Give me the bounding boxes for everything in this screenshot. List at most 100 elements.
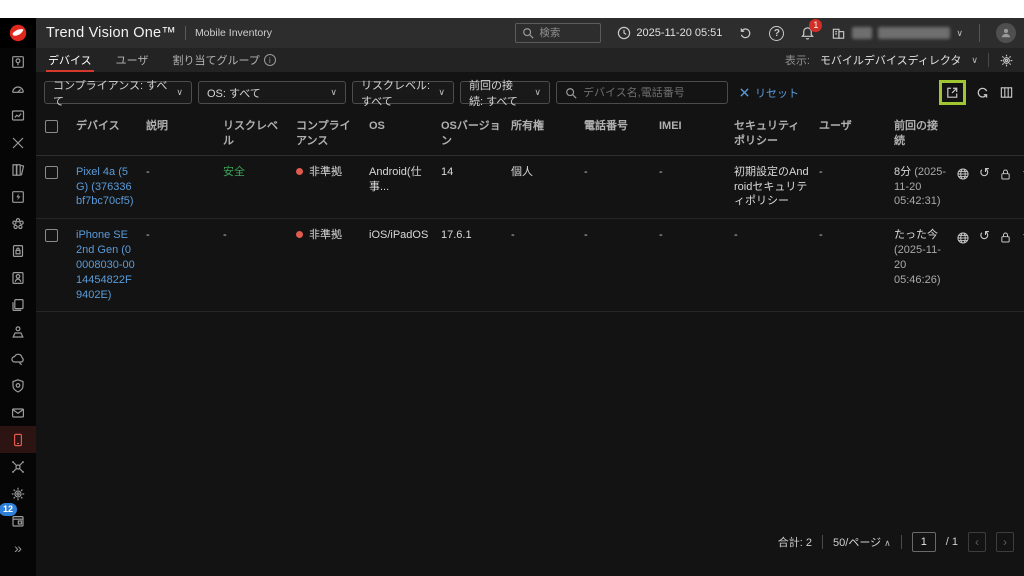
chevron-down-icon: ∨	[534, 87, 541, 98]
page-number-input[interactable]	[912, 532, 936, 552]
column-header-risk-level[interactable]: リスクレベル	[223, 119, 296, 149]
compliance-filter-dropdown[interactable]: コンプライアンス: すべて∨	[44, 81, 192, 104]
global-search[interactable]	[515, 23, 601, 43]
help-button[interactable]: ?	[769, 26, 784, 41]
global-search-input[interactable]	[539, 27, 595, 39]
last-connection-filter-label: 前回の接続: すべて	[469, 77, 526, 109]
trend-micro-logo[interactable]	[0, 18, 36, 48]
trend-vision-one-window: 12 » Trend Vision One™ Mobile Inventory …	[0, 18, 1024, 576]
description-cell: -	[146, 228, 223, 243]
sidebar-item-cloud-search[interactable]	[0, 345, 36, 372]
tabbar-divider	[988, 53, 989, 67]
device-link[interactable]: Pixel 4a (5G) (376336bf7bc70cf5)	[76, 166, 133, 208]
column-header-device[interactable]: デバイス	[76, 119, 146, 134]
sidebar-expand-button[interactable]: »	[0, 534, 36, 561]
whats-new-button[interactable]	[738, 26, 753, 41]
sidebar-item-knowledge-library[interactable]	[0, 156, 36, 183]
footer-divider	[822, 535, 823, 549]
account-menu[interactable]: ∨	[831, 26, 963, 41]
topbar-divider	[979, 24, 980, 42]
column-header-os-version[interactable]: OSバージョン	[441, 119, 511, 149]
column-header-compliance[interactable]: コンプライアンス	[296, 119, 369, 149]
row-checkbox[interactable]	[45, 166, 58, 179]
previous-page-button[interactable]: ‹	[968, 532, 986, 552]
reset-device-button[interactable]: ↺	[979, 167, 990, 182]
refresh-button[interactable]	[975, 85, 990, 100]
mail-icon	[10, 405, 26, 421]
risk-level-filter-dropdown[interactable]: リスクレベル: すべて∨	[352, 81, 454, 104]
column-header-phone[interactable]: 電話番号	[584, 119, 659, 134]
remote-actions-button[interactable]	[956, 231, 970, 245]
device-search-input[interactable]	[583, 87, 713, 99]
compliance-filter-label: コンプライアンス: すべて	[53, 77, 168, 109]
column-settings-button[interactable]	[999, 85, 1014, 100]
noncompliant-dot-icon	[296, 231, 303, 238]
sidebar-item-asset-graph[interactable]	[0, 210, 36, 237]
lock-device-button[interactable]	[999, 168, 1012, 181]
column-header-os[interactable]: OS	[369, 119, 441, 134]
total-count: 合計: 2	[778, 534, 812, 550]
notifications-button[interactable]: 1	[800, 26, 815, 41]
remote-actions-button[interactable]	[956, 167, 970, 181]
user-avatar[interactable]	[996, 23, 1016, 43]
globe-icon	[956, 167, 970, 181]
sidebar-item-xdr[interactable]	[0, 129, 36, 156]
sidebar-item-automation[interactable]	[0, 183, 36, 210]
sidebar-item-shield-gear[interactable]	[0, 372, 36, 399]
select-all-checkbox[interactable]	[45, 120, 58, 133]
clear-icon	[740, 88, 749, 97]
tab-devices-label: デバイス	[48, 52, 92, 68]
sidebar-item-network-drone[interactable]	[0, 453, 36, 480]
main-content: コンプライアンス: すべて∨ OS: すべて∨ リスクレベル: すべて∨ 前回の…	[36, 72, 1024, 576]
row-checkbox[interactable]	[45, 229, 58, 242]
sidebar-item-compliance-doc[interactable]	[0, 237, 36, 264]
app-title: Trend Vision One™	[46, 25, 176, 41]
reset-device-button[interactable]: ↺	[979, 230, 990, 245]
sidebar-item-console-apps[interactable]: 12	[0, 507, 36, 534]
sidebar-item-platform-directory[interactable]	[0, 48, 36, 75]
lock-icon	[999, 168, 1012, 181]
sidebar-item-identity-shield[interactable]	[0, 264, 36, 291]
tab-devices[interactable]: デバイス	[46, 48, 94, 72]
last-connection-filter-dropdown[interactable]: 前回の接続: すべて∨	[460, 81, 550, 104]
sidebar: 12 »	[0, 18, 36, 576]
tab-assignment-groups[interactable]: 割り当てグループi	[170, 48, 277, 72]
table-row[interactable]: iPhone SE 2nd Gen (00008030-0014454822F9…	[36, 219, 1024, 312]
page-size-selector[interactable]: 50/ページ ∧	[833, 534, 891, 550]
sidebar-item-mobile-security[interactable]	[0, 426, 36, 453]
device-search[interactable]	[556, 81, 728, 104]
table-row[interactable]: Pixel 4a (5G) (376336bf7bc70cf5) - 安全 非準…	[36, 156, 1024, 220]
column-header-user[interactable]: ユーザ	[819, 119, 894, 134]
action-highlight	[939, 80, 966, 105]
lock-device-button[interactable]	[999, 231, 1012, 244]
app-subtitle: Mobile Inventory	[195, 27, 272, 39]
column-header-ownership[interactable]: 所有権	[511, 119, 584, 134]
os-filter-dropdown[interactable]: OS: すべて∨	[198, 81, 346, 104]
column-header-description[interactable]: 説明	[146, 119, 223, 134]
view-selector-value[interactable]: モバイルデバイスディレクタ	[820, 52, 961, 68]
phone-cell: -	[584, 165, 659, 180]
sidebar-item-email-security[interactable]	[0, 399, 36, 426]
export-button[interactable]	[945, 85, 960, 100]
console-clock[interactable]: 2025-11-20 05:51	[617, 26, 722, 40]
view-settings-button[interactable]	[999, 53, 1014, 68]
os-version-cell: 14	[441, 165, 511, 180]
shield-gear-icon	[10, 378, 26, 394]
tab-users[interactable]: ユーザ	[114, 48, 151, 72]
last-connection-cell: たった今	[894, 229, 938, 241]
column-header-security-policy[interactable]: セキュリティポリシー	[734, 119, 819, 149]
sidebar-item-workbench[interactable]	[0, 318, 36, 345]
reset-filters-button[interactable]: リセット	[740, 85, 799, 101]
sidebar-item-documents-stack[interactable]	[0, 291, 36, 318]
sidebar-item-reports-monitor[interactable]	[0, 102, 36, 129]
info-icon[interactable]: i	[264, 54, 276, 66]
console-apps-badge: 12	[0, 503, 17, 516]
redacted-account-name	[878, 27, 950, 39]
chevron-down-icon[interactable]: ∨	[971, 55, 978, 66]
column-header-imei[interactable]: IMEI	[659, 119, 734, 134]
pinwheel-icon	[10, 216, 26, 232]
device-link[interactable]: iPhone SE 2nd Gen (00008030-0014454822F9…	[76, 229, 135, 300]
next-page-button[interactable]: ›	[996, 532, 1014, 552]
sidebar-item-dashboard[interactable]	[0, 75, 36, 102]
column-header-last-connection[interactable]: 前回の接続	[894, 119, 956, 149]
